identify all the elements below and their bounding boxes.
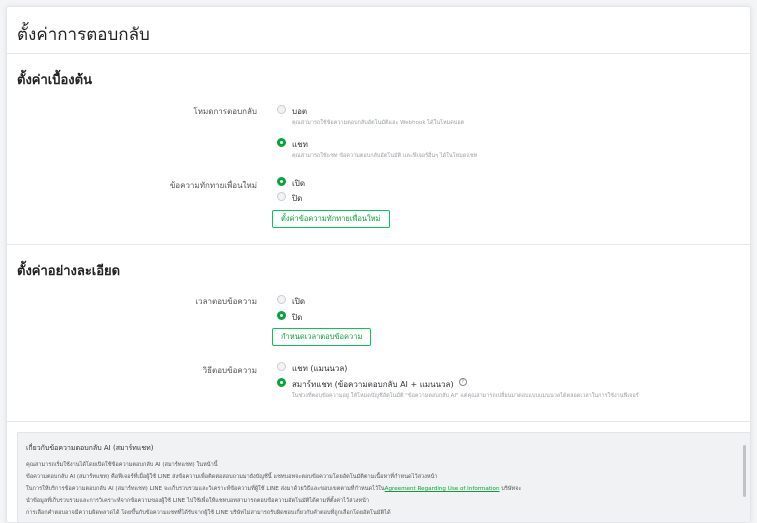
radio-bot-label: บอต <box>292 107 308 116</box>
radio-response-time-on-label: เปิด <box>292 297 306 306</box>
radio-chat-label: แชท <box>292 140 308 149</box>
radio-smart-chat-description: ในช่วงที่ตอบข้อความอยู่ ให้โหมดบัญชีอัตโ… <box>292 393 639 399</box>
radio-response-time-off-label: ปิด <box>292 313 303 322</box>
radio-bot-indicator[interactable] <box>277 105 286 114</box>
help-icon[interactable]: ? <box>458 378 467 386</box>
info-line-suffix: บริษัทจะ <box>499 486 522 492</box>
radio-greeting-on-indicator[interactable] <box>277 177 286 186</box>
radio-chat[interactable]: แชท <box>277 138 308 151</box>
info-line-text: ในการให้บริการข้อความตอบกลับ AI (สมาร์ทแ… <box>26 486 385 492</box>
radio-greeting-off-label: ปิด <box>292 194 303 203</box>
response-method-label: วิธีตอบข้อความ <box>202 366 257 375</box>
radio-response-time-on[interactable]: เปิด <box>277 295 305 308</box>
info-scrollbar[interactable] <box>743 445 746 497</box>
info-divider <box>7 421 750 422</box>
radio-greeting-off[interactable]: ปิด <box>277 192 302 205</box>
greeting-settings-button[interactable]: ตั้งค่าข้อความทักทายเพื่อนใหม่ <box>272 210 390 228</box>
header-divider <box>7 53 750 54</box>
agreement-link[interactable]: Agreement Regarding Use of Information <box>385 486 500 492</box>
greeting-label: ข้อความทักทายเพื่อนใหม่ <box>169 181 257 190</box>
radio-response-time-off[interactable]: ปิด <box>277 311 302 324</box>
radio-greeting-off-indicator[interactable] <box>277 192 286 201</box>
section-title-advanced: ตั้งค่าอย่างละเอียด <box>17 264 121 279</box>
ai-info-box: เกี่ยวกับข้อความตอบกลับ AI (สมาร์ทแชท) ค… <box>17 432 750 522</box>
response-mode-label: โหมดการตอบกลับ <box>193 107 257 116</box>
response-settings-panel: ตั้งค่าการตอบกลับ ตั้งค่าเบื้องต้น โหมดก… <box>6 6 751 523</box>
info-line: คุณสามารถเริ่มใช้งานได้โดยเปิดใช้ข้อความ… <box>26 462 218 468</box>
radio-smart-chat-indicator[interactable] <box>277 378 286 387</box>
info-title: เกี่ยวกับข้อความตอบกลับ AI (สมาร์ทแชท) <box>26 444 154 452</box>
info-line: การเลือกคำตอบอาจมีความผิดพลาดได้ โดยขึ้น… <box>26 510 391 516</box>
info-line: นำข้อมูลที่เก็บรวบรวมและการวิเคราะห์จากข… <box>26 498 370 504</box>
radio-greeting-on-label: เปิด <box>292 179 306 188</box>
radio-response-time-off-indicator[interactable] <box>277 311 286 320</box>
radio-manual-chat-label: แชท (แมนนวล) <box>292 364 348 373</box>
radio-chat-indicator[interactable] <box>277 138 286 147</box>
radio-chat-description: คุณสามารถใช้แชท ข้อความตอบกลับอัตโนมัติ … <box>292 153 478 159</box>
radio-bot-description: คุณสามารถใช้ข้อความตอบกลับอัตโนมัติและ W… <box>292 120 465 126</box>
radio-manual-chat-indicator[interactable] <box>277 362 286 371</box>
section-title-basic: ตั้งค่าเบื้องต้น <box>17 73 92 88</box>
radio-smart-chat[interactable]: สมาร์ทแชท (ข้อความตอบกลับ AI + แมนนวล) ? <box>277 378 467 391</box>
section-divider <box>7 244 750 245</box>
response-time-label: เวลาตอบข้อความ <box>195 297 257 306</box>
info-line: ในการให้บริการข้อความตอบกลับ AI (สมาร์ทแ… <box>26 485 522 493</box>
radio-manual-chat[interactable]: แชท (แมนนวล) <box>277 362 347 375</box>
response-time-settings-button[interactable]: กำหนดเวลาตอบข้อความ <box>272 328 372 346</box>
radio-smart-chat-label: สมาร์ทแชท (ข้อความตอบกลับ AI + แมนนวล) <box>292 380 454 389</box>
radio-response-time-on-indicator[interactable] <box>277 295 286 304</box>
info-line: ข้อความตอบกลับ AI (สมาร์ทแชท) คือฟีเจอร์… <box>26 474 438 480</box>
page-title: ตั้งค่าการตอบกลับ <box>17 25 150 45</box>
radio-bot[interactable]: บอต <box>277 105 307 118</box>
radio-greeting-on[interactable]: เปิด <box>277 177 305 190</box>
